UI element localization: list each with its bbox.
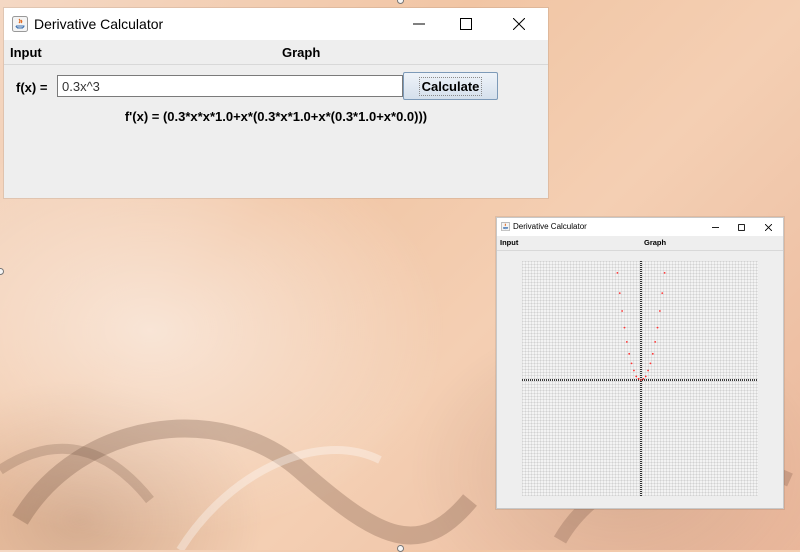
menu-bar: Input Graph <box>4 40 548 65</box>
plot-point <box>654 341 657 343</box>
menu-bar: Input Graph <box>497 236 783 251</box>
close-button[interactable] <box>502 8 536 40</box>
menu-input[interactable]: Input <box>10 45 42 60</box>
function-plot <box>522 261 758 496</box>
graph-window: Derivative Calculator Input Graph <box>496 217 784 509</box>
plot-point <box>635 375 638 378</box>
plot-point <box>616 272 619 274</box>
derivative-result: f'(x) = (0.3*x*x*1.0+x*(0.3*x*1.0+x*(0.3… <box>124 109 428 124</box>
maximize-button[interactable] <box>449 8 483 40</box>
minimize-icon <box>711 226 719 228</box>
minimize-button[interactable] <box>402 8 436 40</box>
close-icon <box>764 223 772 231</box>
plot-point <box>625 341 628 343</box>
plot-point <box>623 326 626 329</box>
derivative-calculator-window: Derivative Calculator Input Graph f(x) =… <box>4 8 548 198</box>
plot-point <box>618 292 621 295</box>
minimize-icon <box>413 23 425 25</box>
plot-point <box>651 352 654 355</box>
java-app-icon <box>12 16 28 32</box>
maximize-icon <box>460 18 472 30</box>
graph-canvas <box>522 261 758 496</box>
maximize-icon <box>737 223 745 231</box>
plot-point <box>628 352 631 355</box>
menu-graph[interactable]: Graph <box>644 238 666 247</box>
plot-point <box>637 377 640 380</box>
plot-point <box>630 362 633 365</box>
plot-point <box>647 369 649 372</box>
calculate-label: Calculate <box>418 76 483 96</box>
title-bar[interactable]: Derivative Calculator <box>4 8 548 40</box>
java-app-icon <box>501 222 510 231</box>
title-bar[interactable]: Derivative Calculator <box>497 218 783 236</box>
plot-point <box>656 326 659 329</box>
menu-input[interactable]: Input <box>500 238 518 247</box>
plot-point <box>642 377 645 380</box>
plot-point <box>644 375 647 378</box>
function-input[interactable] <box>57 75 403 97</box>
close-icon <box>513 18 525 30</box>
plot-point <box>633 369 635 372</box>
fx-label: f(x) = <box>16 80 48 95</box>
resize-handle[interactable] <box>397 0 404 4</box>
resize-handle[interactable] <box>0 268 4 275</box>
window-title: Derivative Calculator <box>34 16 164 32</box>
resize-handle[interactable] <box>397 545 404 552</box>
plot-point <box>640 379 642 381</box>
minimize-button[interactable] <box>707 218 723 236</box>
window-title: Derivative Calculator <box>513 222 587 231</box>
maximize-button[interactable] <box>733 218 749 236</box>
plot-point <box>658 310 661 312</box>
plot-point <box>661 292 664 295</box>
plot-point <box>621 310 624 312</box>
calculate-button[interactable]: Calculate <box>403 72 498 100</box>
plot-point <box>663 272 666 274</box>
close-button[interactable] <box>760 218 776 236</box>
plot-point <box>649 362 652 365</box>
menu-graph[interactable]: Graph <box>282 45 320 60</box>
